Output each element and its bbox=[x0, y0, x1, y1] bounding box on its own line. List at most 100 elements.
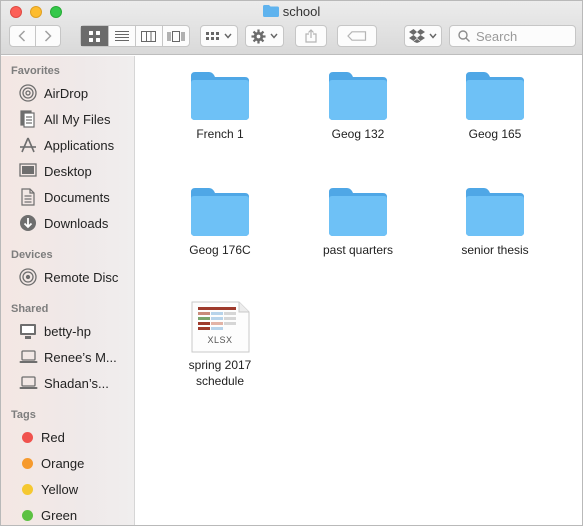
arrange-button[interactable] bbox=[200, 25, 238, 47]
file-name-line1: spring 2017 bbox=[188, 358, 252, 372]
sidebar-item-label: Renee’s M... bbox=[44, 349, 117, 365]
sidebar-item-remote-disc[interactable]: Remote Disc bbox=[18, 267, 118, 287]
back-button[interactable] bbox=[10, 26, 35, 46]
sidebar-item-renees-mac[interactable]: Renee’s M... bbox=[18, 347, 117, 367]
folder-icon bbox=[466, 72, 524, 120]
navigation-buttons bbox=[9, 25, 61, 47]
documents-icon bbox=[18, 187, 38, 207]
edit-tags-button[interactable] bbox=[337, 25, 377, 47]
folder-item[interactable]: Geog 176C bbox=[160, 186, 280, 258]
sidebar-item-all-my-files[interactable]: All My Files bbox=[18, 109, 110, 129]
share-button[interactable] bbox=[295, 25, 327, 47]
chevron-down-icon bbox=[429, 33, 437, 39]
action-menu-button[interactable] bbox=[245, 25, 284, 47]
sidebar-item-label: Yellow bbox=[41, 481, 79, 497]
chevron-down-icon bbox=[270, 33, 278, 39]
window-title: school bbox=[1, 4, 582, 19]
sidebar-item-label: All My Files bbox=[44, 111, 111, 127]
xlsx-file-icon bbox=[191, 301, 250, 353]
tag-icon bbox=[347, 31, 367, 41]
all-files-icon bbox=[18, 109, 38, 129]
window-title-text: school bbox=[282, 4, 321, 19]
sidebar-item-tag-orange[interactable]: Orange bbox=[18, 453, 84, 473]
chevron-left-icon bbox=[18, 30, 26, 42]
folder-item[interactable]: Geog 132 bbox=[298, 70, 418, 142]
file-type-badge: XLSX bbox=[207, 335, 233, 345]
sidebar-item-documents[interactable]: Documents bbox=[18, 187, 110, 207]
sidebar-item-label: Red bbox=[41, 429, 65, 445]
disc-icon bbox=[18, 267, 38, 287]
laptop-icon bbox=[18, 347, 38, 367]
shared-header: Shared bbox=[11, 303, 49, 315]
arrange-grid-icon bbox=[206, 31, 219, 40]
sidebar-item-tag-green[interactable]: Green bbox=[18, 505, 77, 525]
monitor-icon bbox=[18, 321, 38, 341]
tag-color-dot bbox=[22, 483, 33, 495]
toolbar: school Search bbox=[1, 1, 582, 55]
folder-icon bbox=[466, 188, 524, 236]
favorites-header: Favorites bbox=[11, 65, 60, 77]
folder-icon bbox=[262, 5, 279, 17]
folder-icon bbox=[329, 188, 387, 236]
sidebar-item-label: AirDrop bbox=[44, 85, 89, 101]
sidebar-item-desktop[interactable]: Desktop bbox=[18, 161, 92, 181]
sidebar-item-label: Shadan’s... bbox=[44, 375, 109, 391]
tag-color-dot bbox=[22, 457, 33, 469]
sidebar-item-label: Orange bbox=[41, 455, 85, 471]
sidebar-item-applications[interactable]: Applications bbox=[18, 135, 114, 155]
list-view-button[interactable] bbox=[107, 26, 135, 46]
folder-item[interactable]: Geog 165 bbox=[435, 70, 555, 142]
gear-icon bbox=[251, 28, 266, 44]
sidebar-item-label: Desktop bbox=[44, 163, 92, 179]
tags-header: Tags bbox=[11, 409, 36, 421]
columns-icon bbox=[141, 30, 157, 42]
dropbox-icon bbox=[409, 29, 425, 43]
chevron-down-icon bbox=[224, 33, 232, 39]
cover-flow-button[interactable] bbox=[161, 26, 189, 46]
column-view-button[interactable] bbox=[134, 26, 162, 46]
sidebar-item-label: Applications bbox=[44, 137, 115, 153]
share-icon bbox=[305, 29, 317, 43]
file-name: Geog 176C bbox=[189, 243, 251, 257]
tag-color-dot bbox=[22, 431, 33, 443]
folder-icon bbox=[329, 72, 387, 120]
sidebar-item-airdrop[interactable]: AirDrop bbox=[18, 83, 88, 103]
icon-view-button[interactable] bbox=[81, 26, 108, 46]
search-placeholder: Search bbox=[476, 28, 518, 44]
folder-item[interactable]: French 1 bbox=[160, 70, 280, 142]
sidebar-item-betty-hp[interactable]: betty-hp bbox=[18, 321, 91, 341]
folder-icon bbox=[191, 188, 249, 236]
sidebar-item-tag-red[interactable]: Red bbox=[18, 427, 65, 447]
folder-item[interactable]: past quarters bbox=[298, 186, 418, 258]
folder-icon bbox=[191, 72, 249, 120]
desktop-icon bbox=[18, 161, 38, 181]
sidebar-item-label: Green bbox=[41, 507, 78, 523]
dropbox-button[interactable] bbox=[404, 25, 442, 47]
file-name-line2: schedule bbox=[195, 374, 245, 388]
finder-window: school Search Favorites AirDrop All My F… bbox=[0, 0, 583, 526]
cover-flow-icon bbox=[167, 30, 185, 42]
folder-item[interactable]: senior thesis bbox=[435, 186, 555, 258]
spreadsheet-file-item[interactable]: XLSX spring 2017 schedule bbox=[160, 301, 280, 389]
applications-icon bbox=[18, 135, 38, 155]
search-field[interactable]: Search bbox=[449, 25, 576, 47]
view-mode-buttons bbox=[80, 25, 190, 47]
airdrop-icon bbox=[18, 83, 38, 103]
list-icon bbox=[114, 31, 129, 41]
sidebar: Favorites AirDrop All My Files Applicati… bbox=[1, 56, 135, 525]
grid-icon bbox=[88, 30, 100, 42]
downloads-icon bbox=[18, 213, 38, 233]
sidebar-item-label: Documents bbox=[44, 189, 110, 205]
forward-button[interactable] bbox=[34, 26, 60, 46]
sidebar-item-label: betty-hp bbox=[44, 323, 91, 339]
sidebar-item-downloads[interactable]: Downloads bbox=[18, 213, 108, 233]
sidebar-item-label: Remote Disc bbox=[44, 269, 119, 285]
tag-color-dot bbox=[22, 509, 33, 521]
chevron-right-icon bbox=[44, 30, 52, 42]
laptop-icon bbox=[18, 373, 38, 393]
file-name: French 1 bbox=[196, 127, 244, 141]
devices-header: Devices bbox=[11, 249, 53, 261]
file-name: Geog 132 bbox=[331, 127, 385, 141]
sidebar-item-tag-yellow[interactable]: Yellow bbox=[18, 479, 78, 499]
sidebar-item-shadans-mac[interactable]: Shadan’s... bbox=[18, 373, 109, 393]
